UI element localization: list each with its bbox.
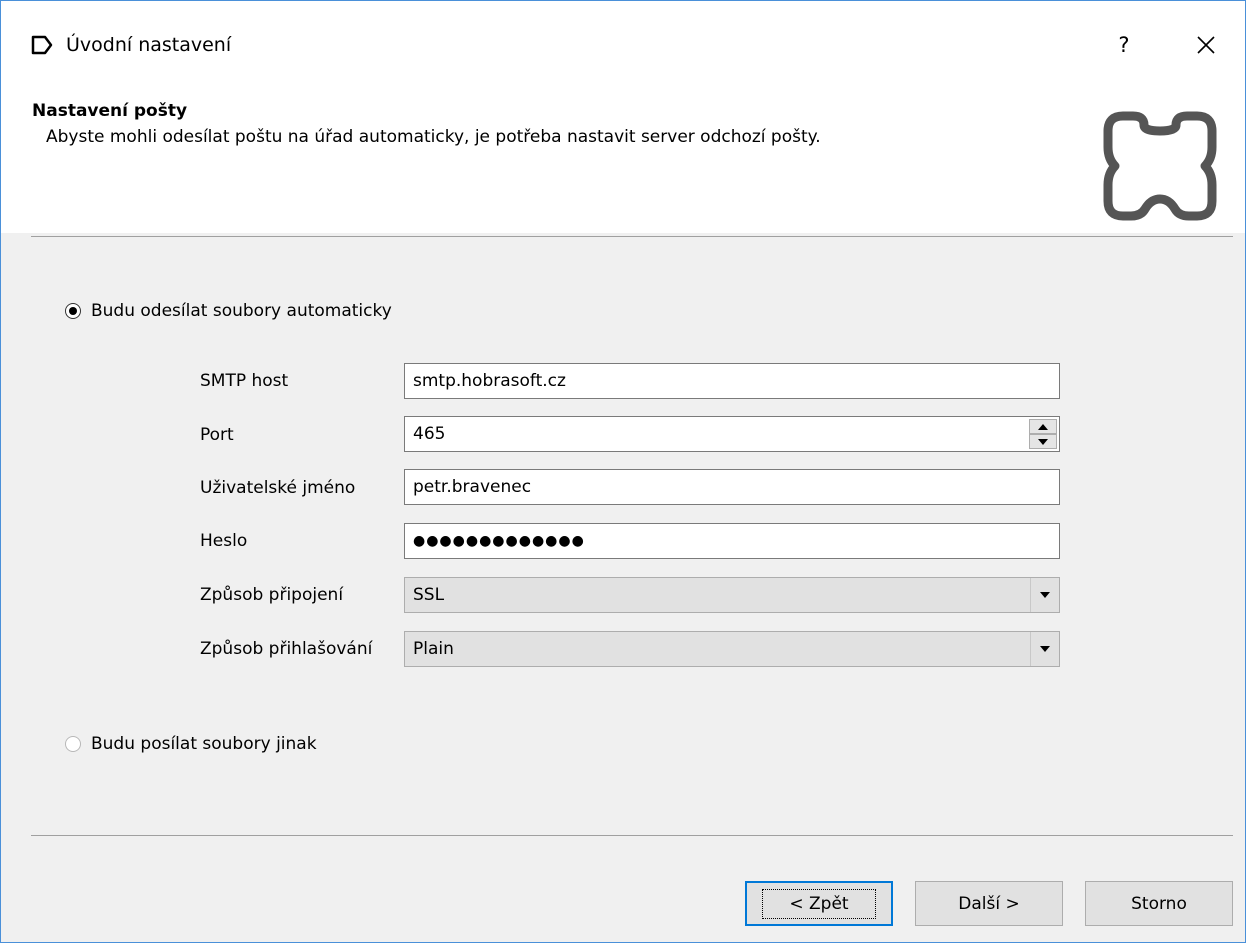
page-subtitle: Abyste mohli odesílat poštu na úřad auto… (46, 127, 821, 147)
password-input[interactable]: ●●●●●●●●●●●●● (404, 523, 1060, 559)
auth-selected-value: Plain (413, 639, 454, 659)
arrow-up-icon (1038, 423, 1048, 430)
auth-label: Způsob přihlašování (200, 639, 373, 659)
connection-label: Způsob připojení (200, 585, 344, 605)
radio-button-unchecked[interactable] (65, 736, 81, 752)
port-spinbox[interactable]: 465 (404, 416, 1060, 452)
app-icon (31, 35, 53, 55)
connection-select[interactable]: SSL (404, 577, 1060, 613)
wizard-header: Nastavení pošty Abyste mohli odesílat po… (1, 85, 1245, 233)
window-title: Úvodní nastavení (66, 34, 232, 56)
logo-icon (1103, 111, 1217, 221)
arrow-down-icon (1038, 438, 1048, 445)
next-button[interactable]: Další > (915, 881, 1063, 926)
spin-up-button[interactable] (1029, 419, 1057, 434)
connection-selected-value: SSL (413, 585, 445, 605)
page-title: Nastavení pošty (32, 101, 188, 121)
dropdown-arrow-icon[interactable] (1030, 578, 1059, 612)
help-button[interactable]: ? (1099, 25, 1149, 65)
username-input[interactable]: petr.bravenec (404, 469, 1060, 505)
setup-wizard-window: Úvodní nastavení ? Nastavení pošty Abyst… (0, 0, 1246, 943)
radio-label: Budu odesílat soubory automaticky (91, 301, 392, 321)
close-button[interactable] (1181, 25, 1231, 65)
smtp-host-input[interactable]: smtp.hobrasoft.cz (404, 363, 1060, 399)
dropdown-arrow-icon[interactable] (1030, 632, 1059, 666)
smtp-host-label: SMTP host (200, 371, 289, 391)
radio-send-automatically[interactable]: Budu odesílat soubory automaticky (65, 301, 392, 321)
auth-select[interactable]: Plain (404, 631, 1060, 667)
spin-down-button[interactable] (1029, 434, 1057, 449)
title-bar: Úvodní nastavení ? (1, 1, 1245, 85)
port-value: 465 (413, 424, 446, 444)
footer-separator (31, 835, 1233, 836)
port-label: Port (200, 425, 234, 445)
header-separator (31, 236, 1233, 237)
port-spin-buttons (1029, 419, 1057, 449)
username-label: Uživatelské jméno (200, 478, 356, 498)
back-button[interactable]: < Zpět (745, 881, 893, 926)
radio-label: Budu posílat soubory jinak (91, 734, 317, 754)
back-button-label: < Zpět (762, 888, 876, 919)
close-icon (1197, 36, 1215, 54)
cancel-button[interactable]: Storno (1085, 881, 1233, 926)
radio-send-otherwise[interactable]: Budu posílat soubory jinak (65, 734, 317, 754)
radio-button-checked[interactable] (65, 303, 81, 319)
password-label: Heslo (200, 531, 248, 551)
